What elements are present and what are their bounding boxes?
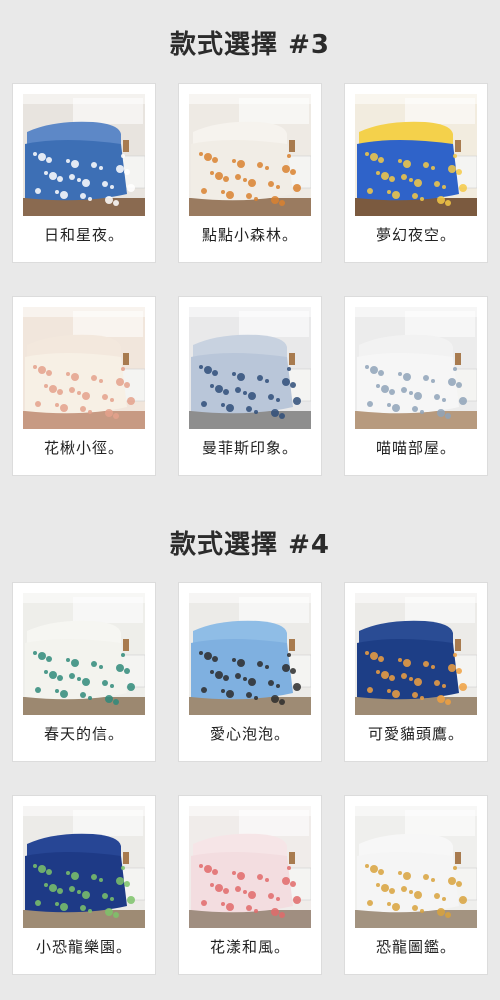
product-card-menghuan-yekong[interactable]: 夢幻夜空。 [345, 84, 487, 262]
bedding-photo-image [189, 806, 311, 928]
product-card-riwa-xingye[interactable]: 日和星夜。 [13, 84, 155, 262]
bedding-photo-image [23, 307, 145, 429]
product-label: 春天的信。 [43, 725, 124, 743]
product-card-aixin-paopao[interactable]: 愛心泡泡。 [179, 583, 321, 761]
product-label: 恐龍圖鑑。 [375, 938, 456, 956]
bedding-photo-image [355, 593, 477, 715]
product-photo[interactable] [355, 94, 477, 216]
bedding-photo-image [189, 94, 311, 216]
product-label: 小恐龍樂園。 [35, 938, 132, 956]
product-card-keai-maotouying[interactable]: 可愛貓頭鷹。 [345, 583, 487, 761]
bedding-photo-image [189, 307, 311, 429]
product-photo[interactable] [355, 806, 477, 928]
product-label: 花楸小徑。 [43, 439, 124, 457]
bedding-photo-image [189, 593, 311, 715]
product-photo[interactable] [23, 307, 145, 429]
product-photo[interactable] [355, 593, 477, 715]
product-photo[interactable] [355, 307, 477, 429]
product-card-diandian-senlin[interactable]: 點點小森林。 [179, 84, 321, 262]
product-label: 日和星夜。 [43, 226, 124, 244]
product-card-huayang-hefeng[interactable]: 花漾和風。 [179, 796, 321, 974]
bedding-photo-image [23, 94, 145, 216]
product-photo[interactable] [189, 806, 311, 928]
product-label: 花漾和風。 [209, 938, 290, 956]
product-card-miaomiao-buwu[interactable]: 喵喵部屋。 [345, 297, 487, 475]
product-card-chuntian-dexin[interactable]: 春天的信。 [13, 583, 155, 761]
bedding-photo-image [23, 806, 145, 928]
section-title: 款式選擇 #3 [170, 30, 330, 60]
bedding-photo-image [355, 307, 477, 429]
bedding-photo-image [355, 806, 477, 928]
product-photo[interactable] [23, 806, 145, 928]
product-photo[interactable] [23, 593, 145, 715]
product-card-konglong-tujian[interactable]: 恐龍圖鑑。 [345, 796, 487, 974]
product-label: 曼菲斯印象。 [201, 439, 298, 457]
product-photo[interactable] [189, 307, 311, 429]
product-label: 愛心泡泡。 [209, 725, 290, 743]
bedding-photo-image [355, 94, 477, 216]
product-photo[interactable] [189, 94, 311, 216]
section-title: 款式選擇 #4 [170, 530, 330, 560]
product-label: 可愛貓頭鷹。 [367, 725, 464, 743]
product-label: 夢幻夜空。 [375, 226, 456, 244]
product-photo[interactable] [23, 94, 145, 216]
bedding-photo-image [23, 593, 145, 715]
product-card-huaqiu-xiaojing[interactable]: 花楸小徑。 [13, 297, 155, 475]
product-photo[interactable] [189, 593, 311, 715]
product-card-xiaokonglong-leyuan[interactable]: 小恐龍樂園。 [13, 796, 155, 974]
product-label: 喵喵部屋。 [375, 439, 456, 457]
product-card-manfeisi[interactable]: 曼菲斯印象。 [179, 297, 321, 475]
product-label: 點點小森林。 [201, 226, 298, 244]
